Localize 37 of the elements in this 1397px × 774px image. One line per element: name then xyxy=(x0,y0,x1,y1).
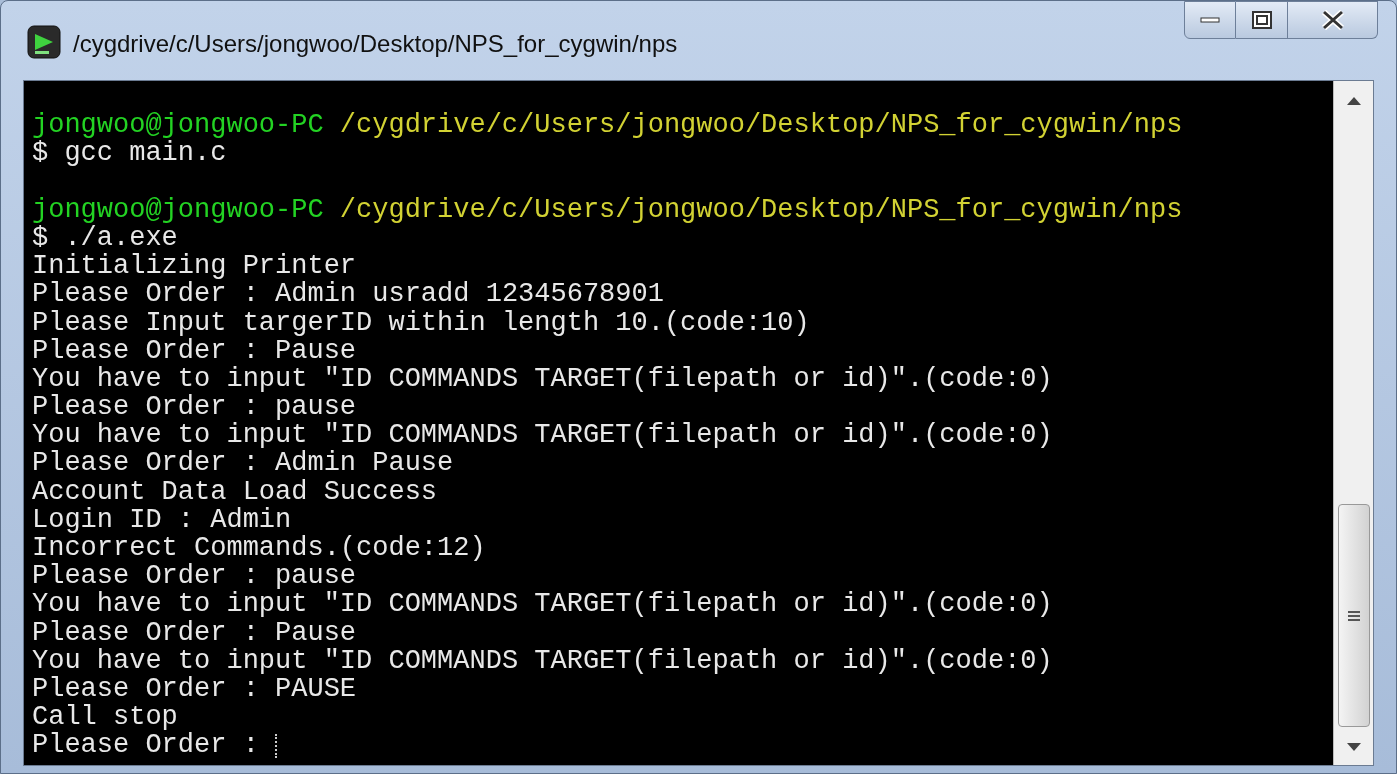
output-line: $ gcc main.c xyxy=(32,139,227,168)
output-line: You have to input "ID COMMANDS TARGET(filepath or id)".(code:0) xyxy=(32,590,1053,619)
output-line: Call stop xyxy=(32,703,178,732)
window-title: /cygdrive/c/Users/jongwoo/Desktop/NPS_for_cygwin/nps xyxy=(73,29,678,59)
output-line: Initializing Printer xyxy=(32,252,357,281)
output-line: Please Input targerID within length 10.(code:10) xyxy=(32,308,810,337)
scrollbar[interactable] xyxy=(1333,81,1373,765)
output-line: Login ID : Admin xyxy=(32,505,292,534)
input-prompt: Please Order : xyxy=(32,731,259,760)
prompt-path: /cygdrive/c/Users/jongwoo/Desktop/NPS_for_cygwin/nps xyxy=(339,111,1183,140)
minimize-icon xyxy=(1200,17,1220,23)
restore-icon xyxy=(1251,11,1272,29)
output-line: Please Order : pause xyxy=(32,562,357,591)
terminal-app-icon xyxy=(27,25,61,59)
output-line: $ ./a.exe xyxy=(32,223,178,253)
prompt-user: jongwoo@jongwoo-PC xyxy=(32,111,324,140)
text-cursor xyxy=(274,734,277,759)
output-line: Please Order : Pause xyxy=(32,618,357,647)
scrollbar-thumb[interactable] xyxy=(1337,504,1370,727)
maximize-button[interactable] xyxy=(1236,1,1288,39)
output-line: You have to input "ID COMMANDS TARGET(filepath or id)".(code:0) xyxy=(32,421,1053,450)
output-line: Please Order : Admin Pause xyxy=(32,449,454,478)
output-line: You have to input "ID COMMANDS TARGET(filepath or id)".(code:0) xyxy=(32,646,1053,675)
prompt-path: /cygdrive/c/Users/jongwoo/Desktop/NPS_for_cygwin/nps xyxy=(339,195,1183,224)
output-line: Please Order : pause xyxy=(32,393,357,422)
scroll-down-icon[interactable] xyxy=(1346,743,1361,751)
output-line: Please Order : Pause xyxy=(32,336,357,365)
grip-icon xyxy=(1346,609,1361,622)
scroll-up-icon[interactable] xyxy=(1346,97,1361,105)
prompt-user: jongwoo@jongwoo-PC xyxy=(32,195,324,224)
close-icon xyxy=(1320,10,1345,30)
close-button[interactable] xyxy=(1288,1,1378,39)
output-line: You have to input "ID COMMANDS TARGET(filepath or id)".(code:0) xyxy=(32,364,1053,394)
output-line: Incorrect Commands.(code:12) xyxy=(32,534,486,563)
output-line: Please Order : Admin usradd 12345678901 xyxy=(32,280,664,309)
output-line: Account Data Load Success xyxy=(32,477,438,506)
output-line: Please Order : PAUSE xyxy=(32,674,357,704)
